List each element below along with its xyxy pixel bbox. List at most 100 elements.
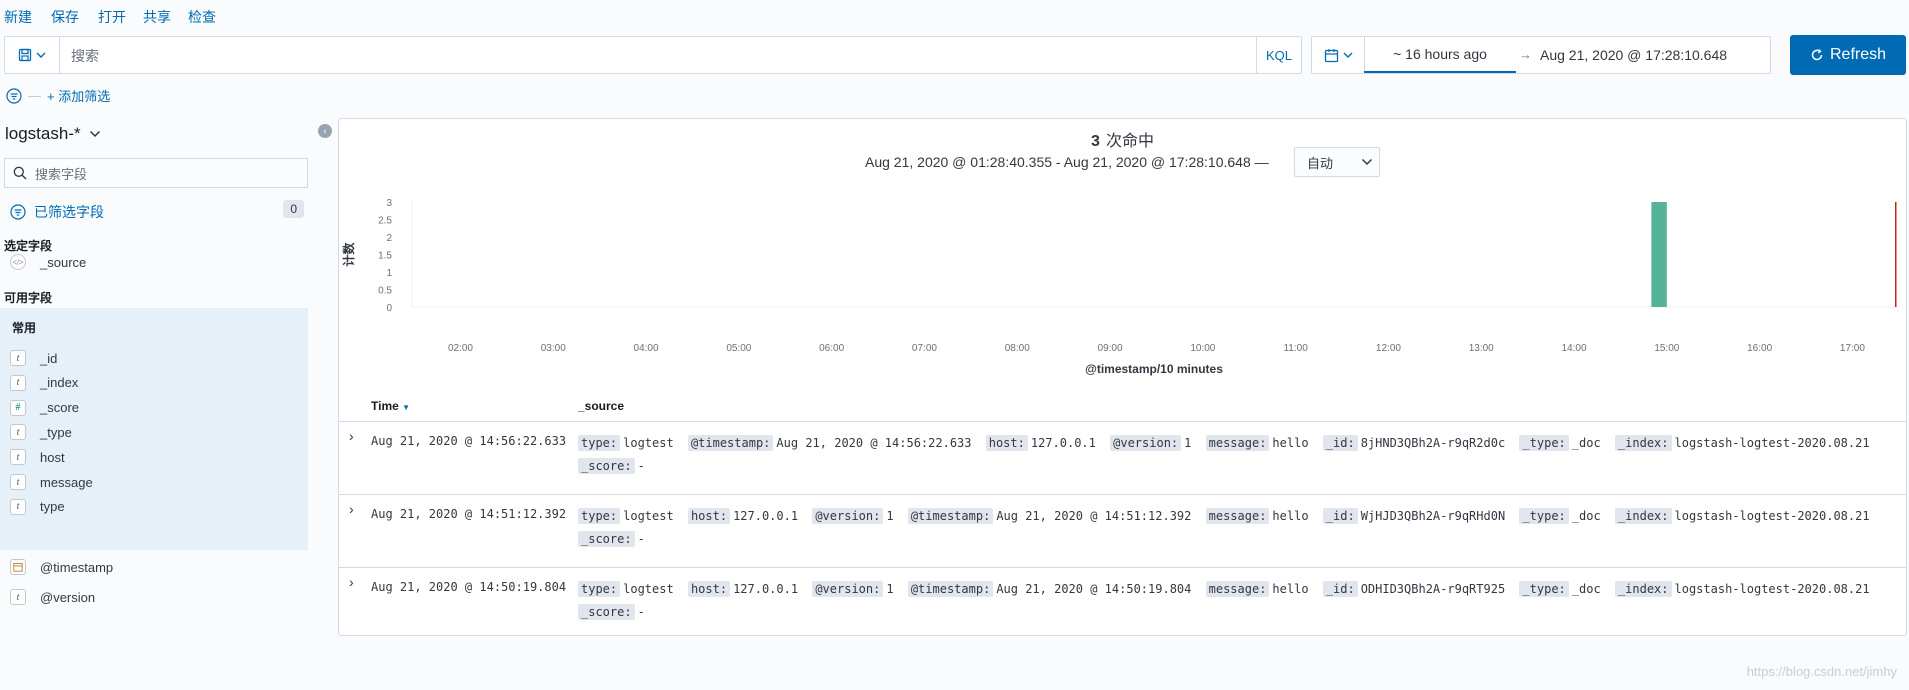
field-index[interactable]: t _index <box>10 369 78 397</box>
source-field-value: 1 <box>886 582 894 596</box>
x-tick-label: 17:00 <box>1840 343 1865 354</box>
column-header-source: _source <box>578 399 625 413</box>
x-tick-label: 15:00 <box>1654 343 1679 354</box>
row-source: type: logtest host: 127.0.0.1 @version: 1 @… <box>578 505 1898 553</box>
source-field-value: logstash-logtest-2020.08.21 <box>1674 436 1870 450</box>
x-tick-label: 16:00 <box>1747 343 1772 354</box>
x-tick-label: 10:00 <box>1190 343 1215 354</box>
source-field-value: hello <box>1272 582 1309 596</box>
menu-new[interactable]: 新建 <box>4 7 32 27</box>
filtered-fields-toggle[interactable]: 已筛选字段 0 <box>10 200 304 222</box>
hit-count: 3 次命中 <box>339 127 1906 151</box>
calendar-icon <box>1324 48 1338 62</box>
field-name: message <box>40 474 93 490</box>
field-message[interactable]: t message <box>10 468 93 496</box>
field-source[interactable]: </> _source <box>10 248 86 276</box>
menu-save[interactable]: 保存 <box>51 7 79 27</box>
source-field-key: @timestamp: <box>907 581 994 597</box>
x-tick-label: 14:00 <box>1562 343 1587 354</box>
x-tick-label: 05:00 <box>726 343 751 354</box>
field-version[interactable]: t @version <box>10 583 95 611</box>
discover-main-panel: 3 次命中 Aug 21, 2020 @ 01:28:40.355 - Aug 2… <box>338 118 1907 636</box>
source-field-value: 127.0.0.1 <box>733 582 799 596</box>
source-field-value: _doc <box>1571 436 1601 450</box>
row-time: Aug 21, 2020 @ 14:56:22.633 <box>371 434 567 448</box>
source-field-key: message: <box>1205 508 1270 524</box>
field-name: _index <box>40 375 79 391</box>
number-type-icon: # <box>10 399 26 416</box>
source-field-key: @version: <box>812 581 884 597</box>
interval-select[interactable]: 自动 <box>1294 147 1380 177</box>
y-tick-label: 3 <box>386 198 392 209</box>
source-field-value: logtest <box>623 436 674 450</box>
time-header-label: Time <box>371 399 399 413</box>
filter-icon[interactable] <box>6 87 22 104</box>
field-type[interactable]: t _type <box>10 418 72 446</box>
index-pattern-selector[interactable]: logstash-* <box>5 124 101 144</box>
x-tick-label: 03:00 <box>541 343 566 354</box>
chevron-down-icon <box>89 130 100 138</box>
histogram-bar <box>1651 202 1667 307</box>
expand-row-icon[interactable]: › <box>349 428 354 444</box>
filtered-count-badge: 0 <box>283 200 304 218</box>
expand-row-icon[interactable]: › <box>349 574 354 590</box>
field-type[interactable]: t type <box>10 493 65 521</box>
table-row: › Aug 21, 2020 @ 14:50:19.804 type: logtest… <box>339 567 1906 640</box>
field-search-placeholder: 搜索字段 <box>35 166 88 182</box>
source-field-key: _score: <box>578 458 635 474</box>
end-date[interactable]: Aug 21, 2020 @ 17:28:10.648 <box>1540 47 1727 63</box>
collapse-sidebar-icon[interactable]: ‹ <box>318 124 332 138</box>
menu-inspect[interactable]: 检查 <box>188 7 216 27</box>
refresh-button[interactable]: Refresh <box>1790 35 1906 75</box>
source-field-key: _index: <box>1614 508 1672 524</box>
saved-query-button[interactable] <box>5 37 60 73</box>
menu-share[interactable]: 共享 <box>143 7 171 27</box>
add-filter-link[interactable]: + 添加筛选 <box>47 86 110 105</box>
field-timestamp[interactable]: @timestamp <box>10 553 113 581</box>
arrow-right-icon: → <box>1519 47 1532 62</box>
source-field-value: 8jHND3QBh2A-r9qR2d0c <box>1360 436 1506 450</box>
filter-divider: — <box>28 88 41 103</box>
source-field-value: Aug 21, 2020 @ 14:56:22.633 <box>776 436 972 450</box>
source-field-key: type: <box>578 435 621 451</box>
source-field-value: 127.0.0.1 <box>733 509 799 523</box>
field-score[interactable]: # _score <box>10 394 79 422</box>
source-field-value: - <box>637 605 645 619</box>
start-date[interactable]: ~ 16 hours ago <box>1364 37 1516 73</box>
field-name: _source <box>40 254 87 270</box>
source-field-value: logtest <box>623 509 674 523</box>
search-icon <box>13 166 27 180</box>
expand-row-icon[interactable]: › <box>349 501 354 517</box>
source-field-key: _score: <box>578 531 635 547</box>
field-name: _id <box>40 350 58 366</box>
source-field-key: _score: <box>578 604 635 620</box>
quick-select-button[interactable] <box>1312 37 1365 73</box>
field-name: _type <box>40 424 72 440</box>
source-field-value: 127.0.0.1 <box>1030 436 1096 450</box>
kql-toggle[interactable]: KQL <box>1256 37 1301 73</box>
source-field-value: - <box>637 459 645 473</box>
field-id[interactable]: t _id <box>10 344 57 372</box>
field-host[interactable]: t host <box>10 443 65 471</box>
source-field-value: 1 <box>886 509 894 523</box>
source-field-key: @timestamp: <box>907 508 994 524</box>
source-field-value: Aug 21, 2020 @ 14:51:12.392 <box>996 509 1192 523</box>
row-time: Aug 21, 2020 @ 14:51:12.392 <box>371 507 567 521</box>
hit-count-number: 3 <box>1091 133 1100 150</box>
field-search-input[interactable]: 搜索字段 <box>4 158 308 188</box>
source-field-key: _id: <box>1322 435 1358 451</box>
source-field-value: logstash-logtest-2020.08.21 <box>1674 582 1870 596</box>
x-tick-label: 06:00 <box>819 343 844 354</box>
string-type-icon: t <box>10 589 26 605</box>
search-input[interactable]: 搜索 <box>71 46 99 66</box>
field-name: type <box>40 499 65 515</box>
x-tick-label: 13:00 <box>1469 343 1494 354</box>
y-axis-label: 计数 <box>341 242 356 267</box>
menu-open[interactable]: 打开 <box>98 7 126 27</box>
sort-down-icon[interactable]: ▼ <box>402 403 410 412</box>
column-header-time[interactable]: Time ▼ <box>371 399 410 413</box>
x-tick-label: 02:00 <box>448 343 473 354</box>
interval-value: 自动 <box>1307 155 1334 171</box>
chevron-down-icon <box>36 52 46 58</box>
y-tick-label: 1.5 <box>378 251 392 262</box>
